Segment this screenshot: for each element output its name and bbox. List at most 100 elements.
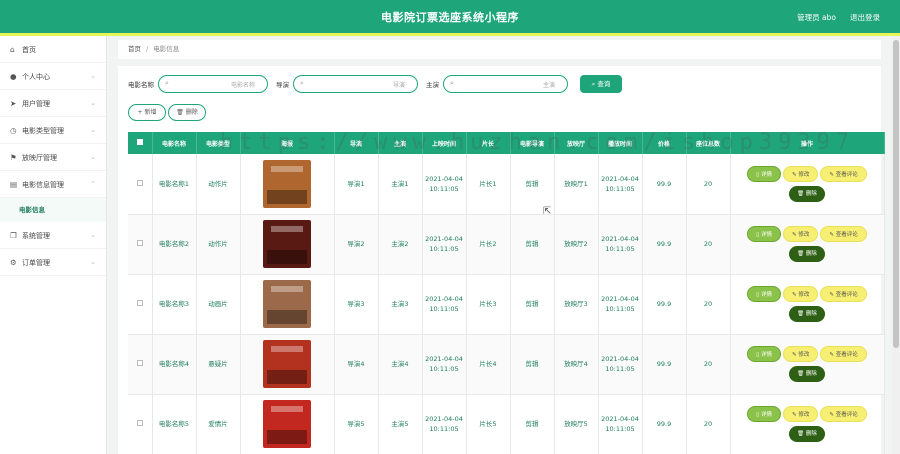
edit-button[interactable]: ✎ 修改	[783, 226, 819, 242]
view-reviews-button[interactable]: ✎ 查看评论	[820, 346, 867, 362]
sidebar-item-movie-info[interactable]: ▤ 电影信息管理 ⌃	[0, 171, 106, 198]
sidebar-item-movie-types[interactable]: ◷ 电影类型管理 ⌄	[0, 117, 106, 144]
gear-icon: ⚙	[10, 258, 17, 267]
row-checkbox[interactable]	[136, 300, 143, 306]
detail-button[interactable]: ▯ 详情	[747, 406, 782, 422]
edit-button[interactable]: ✎ 修改	[783, 346, 819, 362]
name-label: 电影名称	[128, 81, 154, 89]
sidebar-subitem-movie-info[interactable]: 电影信息	[0, 198, 106, 222]
review-label: 查看评论	[835, 352, 858, 358]
review-label: 查看评论	[835, 232, 858, 238]
add-button[interactable]: + 新增	[128, 104, 166, 121]
select-all-checkbox[interactable]	[136, 139, 143, 145]
page-scrollbar[interactable]	[892, 36, 900, 454]
search-button[interactable]: ⌕ 查询	[580, 75, 622, 93]
sidebar-item-label: 用户管理	[22, 100, 50, 108]
edit-button[interactable]: ✎ 修改	[783, 165, 819, 182]
search-icon: ⌕	[300, 79, 304, 87]
cell-price: 99.9	[642, 394, 687, 454]
cell-hall: 放映厅1	[554, 154, 599, 215]
cell-release: 2021-04-04 10:11:05	[422, 274, 467, 335]
delete-button[interactable]: 🗑 删除	[789, 366, 825, 382]
detail-label: 详情	[761, 352, 773, 358]
table-row: 电影名称1 动作片 导演1 主演1 2021-04-04 10:11:05 片长1 剪辑 放映…	[128, 154, 885, 215]
user-icon: ●	[10, 72, 17, 81]
view-reviews-button[interactable]: ✎ 查看评论	[820, 165, 867, 182]
table-header-row: 电影名称 电影类型 海报 导演 主演 上映时间 片长 电影导演 放映厅 播放时间 价格 座位总数 操作	[128, 132, 885, 154]
logout-link[interactable]: 退出登录	[850, 12, 880, 23]
cell-dir2: 剪辑	[510, 274, 555, 335]
sidebar-item-orders[interactable]: ⚙ 订单管理 ⌄	[0, 249, 106, 276]
delete-button[interactable]: 🗑 删除	[789, 306, 825, 322]
cell-seats: 20	[686, 154, 731, 215]
clock-icon: ◷	[10, 126, 17, 135]
chevron-down-icon: ⌄	[90, 72, 96, 80]
row-checkbox[interactable]	[136, 179, 143, 186]
cell-length: 片长4	[466, 334, 511, 395]
sidebar-item-home[interactable]: ⌂ 首页	[0, 36, 106, 63]
cell-director: 导演2	[334, 214, 379, 275]
delete-label: 删除	[805, 311, 817, 317]
name-search-input[interactable]: ⌕ 电影名称	[158, 75, 268, 93]
row-checkbox[interactable]	[136, 360, 143, 366]
sidebar-item-label: 放映厅管理	[22, 154, 57, 162]
delete-button[interactable]: 🗑 删除	[789, 246, 825, 262]
cell-actor: 主演3	[378, 274, 423, 335]
edit-label: 修改	[798, 232, 810, 238]
poster-cell	[240, 154, 335, 215]
review-label: 查看评论	[835, 412, 858, 418]
cell-actor: 主演2	[378, 214, 423, 275]
chevron-up-icon: ⌃	[90, 180, 96, 188]
detail-label: 详情	[761, 292, 773, 298]
movie-poster	[263, 280, 311, 328]
actor-label: 主演	[426, 81, 439, 89]
cell-play: 2021-04-04 10:11:05	[598, 274, 643, 335]
search-icon: ⌕	[450, 79, 454, 87]
cell-actor: 主演4	[378, 334, 423, 395]
row-select-cell	[128, 214, 153, 275]
view-reviews-button[interactable]: ✎ 查看评论	[820, 286, 867, 302]
movie-poster	[263, 340, 311, 388]
view-reviews-button[interactable]: ✎ 查看评论	[820, 406, 867, 422]
row-checkbox[interactable]	[136, 240, 143, 246]
select-all-header[interactable]	[128, 132, 153, 154]
actor-placeholder: 主演	[542, 82, 555, 89]
poster-cell	[240, 334, 335, 395]
view-reviews-button[interactable]: ✎ 查看评论	[820, 226, 867, 242]
cell-release: 2021-04-04 10:11:05	[422, 334, 467, 395]
detail-button[interactable]: ▯ 详情	[747, 346, 782, 362]
delete-label: 删除	[805, 190, 817, 197]
sidebar-item-profile[interactable]: ● 个人中心 ⌄	[0, 63, 106, 90]
main-content: 首页 / 电影信息 电影名称 ⌕ 电影名称 导演 ⌕ 导演 主演 ⌕ 主演 ⌕ 查询…	[118, 40, 885, 454]
sidebar-item-users[interactable]: ➤ 用户管理 ⌄	[0, 90, 106, 117]
movie-poster	[263, 159, 311, 208]
delete-button[interactable]: 🗑 删除	[789, 426, 825, 442]
table-row: 电影名称4 悬疑片 导演4 主演4 2021-04-04 10:11:05 片长4 剪辑 放映…	[128, 334, 885, 395]
row-checkbox[interactable]	[136, 420, 143, 426]
flag-icon: ⚑	[10, 153, 17, 162]
delete-label: 删除	[805, 431, 817, 437]
detail-button[interactable]: ▯ 详情	[747, 286, 782, 302]
cell-play: 2021-04-04 10:11:05	[598, 334, 643, 395]
detail-button[interactable]: ▯ 详情	[747, 226, 782, 242]
breadcrumb: 首页 / 电影信息	[118, 40, 881, 59]
breadcrumb-separator: /	[146, 45, 149, 53]
delete-button[interactable]: 🗑 删除	[789, 185, 825, 202]
column-header: 放映厅	[554, 132, 599, 154]
bulk-delete-button[interactable]: 🗑 删除	[168, 104, 206, 121]
actor-search-input[interactable]: ⌕ 主演	[443, 75, 568, 93]
edit-button[interactable]: ✎ 修改	[783, 406, 819, 422]
cell-dir2: 剪辑	[510, 154, 555, 215]
scrollbar-thumb[interactable]	[893, 40, 899, 348]
detail-button[interactable]: ▯ 详情	[747, 165, 782, 182]
sidebar-item-system[interactable]: ❐ 系统管理 ⌄	[0, 222, 106, 249]
send-icon: ➤	[10, 99, 17, 108]
edit-button[interactable]: ✎ 修改	[783, 286, 819, 302]
poster-cell	[240, 274, 335, 335]
director-search-input[interactable]: ⌕ 导演	[293, 75, 418, 93]
sidebar-item-halls[interactable]: ⚑ 放映厅管理 ⌄	[0, 144, 106, 171]
operations-cell: ▯ 详情 ✎ 修改 ✎ 查看评论 🗑 删除	[730, 214, 885, 275]
row-select-cell	[128, 274, 153, 335]
column-header: 导演	[334, 132, 379, 154]
breadcrumb-home[interactable]: 首页	[128, 45, 141, 53]
